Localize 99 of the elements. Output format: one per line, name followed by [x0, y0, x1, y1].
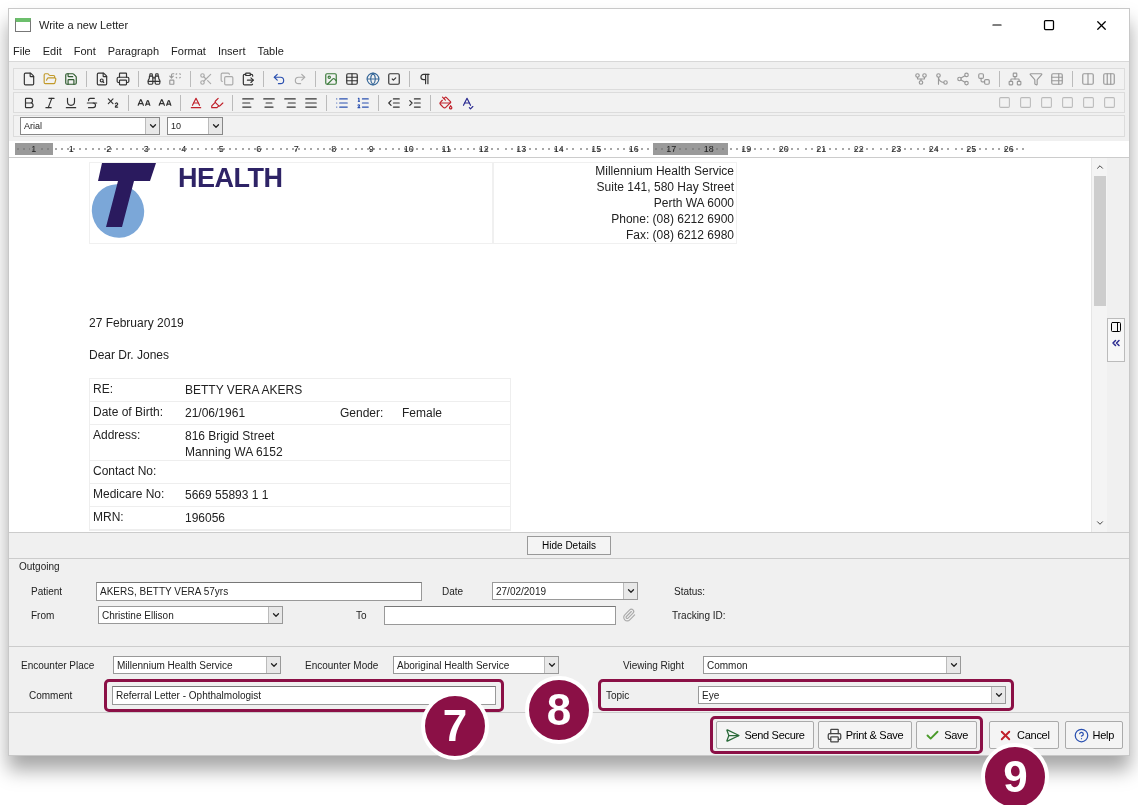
letter-date: 27 February 2019 — [89, 316, 185, 330]
ruler-number: 7 — [292, 144, 300, 154]
ruler-number: 23 — [890, 144, 903, 154]
ruler-number: 26 — [1002, 144, 1015, 154]
help-icon — [1073, 727, 1089, 743]
menu-item[interactable]: Edit — [42, 45, 62, 57]
topic-select[interactable]: Eye — [698, 686, 1006, 704]
paint-bucket-icon[interactable] — [437, 93, 455, 112]
field-label: Encounter Place — [21, 659, 96, 671]
ruler-number: 20 — [777, 144, 790, 154]
encounter-place-select[interactable]: Millennium Health Service — [113, 656, 281, 674]
side-panel-tab[interactable] — [1107, 318, 1125, 362]
action-button[interactable]: Send Secure — [716, 721, 814, 749]
from-select[interactable]: Christine Ellison — [98, 606, 283, 624]
sender-address-line: Perth WA 6000 — [653, 195, 734, 211]
field-label: Patient — [31, 585, 64, 597]
panel-icon — [1110, 321, 1122, 333]
detail-value: 5669 55893 1 1 — [185, 487, 270, 503]
sender-address-line: Suite 141, 580 Hay Street — [596, 179, 734, 195]
ruler-number: 15 — [590, 144, 603, 154]
detail-label: Address: — [92, 428, 142, 442]
logo-text: HEALTH — [178, 163, 283, 195]
chevrons-left-icon — [1110, 337, 1122, 349]
date-select[interactable]: 27/02/2019 — [492, 582, 638, 600]
sender-address-line: Millennium Health Service — [595, 163, 734, 179]
field-label: To — [356, 609, 368, 621]
action-button[interactable]: Help — [1064, 721, 1123, 749]
detail-value: Female — [402, 405, 443, 421]
detail-label: Medicare No: — [92, 487, 166, 501]
ruler-number: 11 — [440, 144, 452, 154]
send-icon — [725, 727, 741, 743]
field-label: Tracking ID: — [672, 609, 727, 621]
field-label: Status: — [674, 585, 707, 597]
ruler-number: 24 — [927, 144, 940, 154]
menu-item[interactable]: File — [13, 45, 31, 57]
field-label: From — [31, 609, 56, 621]
sender-address-line: Phone: (08) 6212 6900 — [611, 211, 734, 227]
ruler-number: 25 — [965, 144, 978, 154]
sender-address-line: Fax: (08) 6212 6980 — [625, 227, 734, 243]
ruler-number: 1 — [67, 144, 75, 154]
ruler-number: 4 — [180, 144, 188, 154]
ruler-number: 22 — [852, 144, 865, 154]
detail-value: 196056 — [185, 510, 227, 526]
maximize-icon — [1043, 19, 1055, 31]
ruler-number: 16 — [627, 144, 640, 154]
scroll-down-icon[interactable] — [1094, 518, 1105, 528]
action-button[interactable]: Save — [916, 721, 978, 749]
field-label: Viewing Right — [623, 659, 685, 671]
window-title: Write a new Letter — [39, 19, 130, 31]
menu-item[interactable]: Paragraph — [107, 45, 160, 57]
ruler-number: 18 — [702, 144, 715, 154]
ruler-number: 17 — [665, 144, 678, 154]
group-title: Outgoing — [19, 561, 61, 574]
scrollbar[interactable] — [1091, 158, 1107, 532]
detail-label: Gender: — [340, 405, 385, 421]
app-icon — [15, 18, 31, 32]
viewing-right-select[interactable]: Common — [703, 656, 961, 674]
detail-label: Date of Birth: — [92, 405, 165, 419]
hide-details-button[interactable]: Hide Details — [527, 536, 611, 555]
ruler-number: 8 — [330, 144, 338, 154]
ruler-number: 5 — [217, 144, 225, 154]
paperclip-icon[interactable] — [622, 608, 636, 622]
ruler-number: 14 — [552, 144, 565, 154]
menu-item[interactable]: Table — [257, 45, 284, 57]
ruler-number: 3 — [142, 144, 150, 154]
action-button[interactable]: Print & Save — [817, 721, 913, 749]
font-size-select[interactable]: 10 — [167, 117, 223, 136]
field-label: Date — [442, 585, 465, 597]
encounter-mode-select[interactable]: Aboriginal Health Service — [393, 656, 559, 674]
field-label: Encounter Mode — [305, 659, 380, 671]
ruler-number: 13 — [515, 144, 528, 154]
comment-field[interactable]: Referral Letter - Ophthalmologist — [112, 685, 496, 705]
detail-value: 21/06/1961 — [185, 405, 247, 421]
ruler-number: 12 — [477, 144, 490, 154]
detail-value: BETTY VERA AKERS — [185, 382, 304, 398]
patient-field[interactable]: AKERS, BETTY VERA 57yrs — [96, 581, 422, 601]
menu-item[interactable]: Font — [73, 45, 96, 57]
detail-label: Contact No: — [92, 464, 158, 478]
detail-label: RE: — [92, 382, 114, 396]
callout-badge: 8 — [525, 676, 593, 744]
action-button[interactable]: Cancel — [989, 721, 1059, 749]
detail-value: 816 Brigid Street Manning WA 6152 — [185, 428, 284, 460]
printer-icon — [826, 727, 842, 743]
ruler-number: 21 — [815, 144, 828, 154]
menu-item[interactable]: Insert — [217, 45, 246, 57]
salutation: Dear Dr. Jones — [89, 348, 171, 362]
detail-label: MRN: — [92, 510, 125, 524]
ruler-number: 2 — [105, 144, 113, 154]
ruler-number: 9 — [367, 144, 375, 154]
ruler-number: 1 — [30, 144, 38, 154]
ruler-number: 19 — [740, 144, 753, 154]
font-select[interactable]: Arial — [20, 117, 160, 136]
field-label: Comment — [29, 689, 74, 701]
field-label: Topic — [606, 689, 631, 701]
menu-item[interactable]: Format — [171, 45, 206, 57]
to-field[interactable] — [384, 605, 616, 625]
scroll-up-icon[interactable] — [1094, 162, 1105, 172]
ruler-number: 6 — [255, 144, 263, 154]
ruler-number: 10 — [402, 144, 415, 154]
